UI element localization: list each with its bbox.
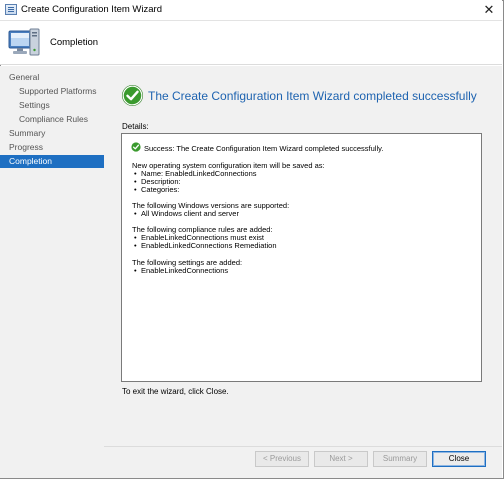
wizard-header: Completion — [0, 21, 502, 65]
details-saved-item: Categories: — [134, 185, 179, 194]
details-version-item: All Windows client and server — [134, 209, 239, 218]
details-label: Details: — [122, 122, 149, 131]
success-small-check-icon — [131, 142, 141, 152]
details-success-line: Success: The Create Configuration Item W… — [144, 144, 384, 153]
nav-item-supported-platforms[interactable]: Supported Platforms — [0, 85, 104, 98]
nav-item-completion[interactable]: Completion — [0, 155, 104, 168]
wizard-app-icon — [5, 4, 17, 15]
details-rule-item: EnabledLinkedConnections Remediation — [134, 241, 277, 250]
details-setting-item: EnableLinkedConnections — [134, 266, 228, 275]
window-title: Create Configuration Item Wizard — [21, 4, 162, 15]
nav-item-progress[interactable]: Progress — [0, 141, 104, 154]
page-title: Completion — [50, 37, 99, 48]
nav-item-compliance-rules[interactable]: Compliance Rules — [0, 113, 104, 126]
success-heading: The Create Configuration Item Wizard com… — [148, 89, 477, 103]
close-button[interactable]: Close — [432, 451, 486, 467]
summary-button[interactable]: Summary — [373, 451, 427, 467]
nav-item-general[interactable]: General — [0, 71, 104, 84]
computer-icon — [8, 28, 40, 56]
details-textbox[interactable]: Success: The Create Configuration Item W… — [121, 133, 482, 382]
success-check-icon — [122, 85, 143, 106]
title-bar: Create Configuration Item Wizard ✕ — [0, 0, 502, 21]
exit-instructions: To exit the wizard, click Close. — [122, 387, 229, 396]
previous-button[interactable]: < Previous — [255, 451, 309, 467]
nav-item-summary[interactable]: Summary — [0, 127, 104, 140]
next-button[interactable]: Next > — [314, 451, 368, 467]
close-icon[interactable]: ✕ — [482, 3, 496, 17]
wizard-nav: General Supported Platforms Settings Com… — [0, 66, 104, 478]
nav-item-settings[interactable]: Settings — [0, 99, 104, 112]
